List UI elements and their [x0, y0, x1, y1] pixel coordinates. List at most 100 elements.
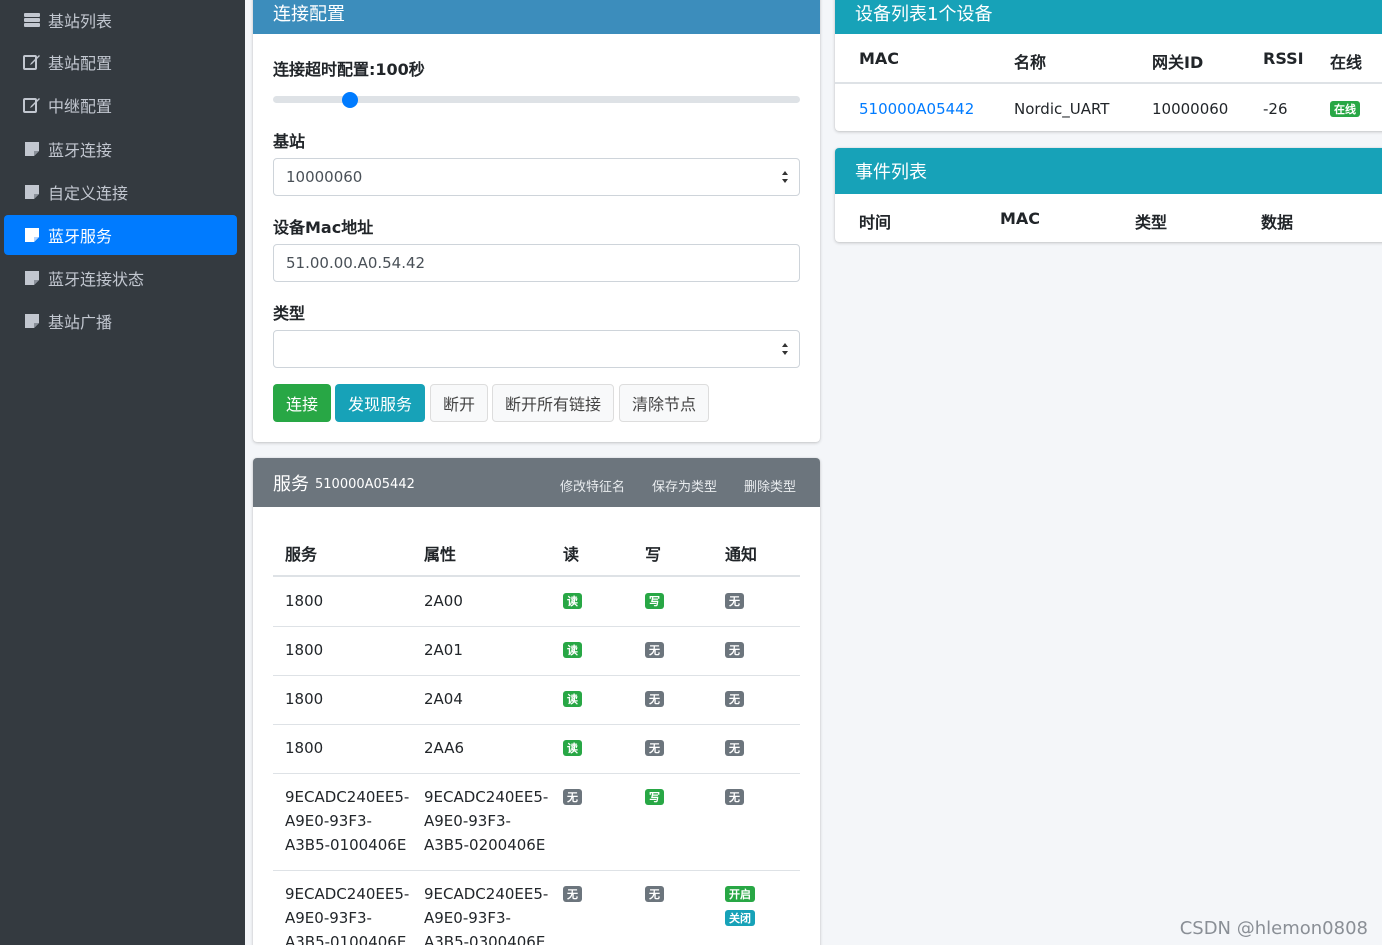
row-divider — [273, 626, 800, 627]
connect-config-header: 连接配置 — [253, 0, 820, 34]
note-icon — [22, 312, 42, 330]
read-badge[interactable]: 无 — [563, 789, 582, 805]
timeout-label: 连接超时配置:100秒 — [273, 60, 425, 79]
device-mac-link[interactable]: 510000A05442 — [859, 97, 974, 121]
row-divider — [273, 870, 800, 871]
write-badge[interactable]: 无 — [645, 691, 664, 707]
write-badge[interactable]: 写 — [645, 593, 664, 609]
column-header: 通知 — [725, 545, 758, 564]
write-badge[interactable]: 无 — [645, 740, 664, 756]
column-header: 时间 — [859, 213, 892, 232]
sidebar-item-label: 基站配置 — [48, 54, 113, 73]
disconnect-all-button[interactable]: 断开所有链接 — [492, 384, 614, 422]
edit-icon — [22, 96, 42, 114]
service-card: 服务 510000A05442 修改特征名 保存为类型 删除类型 服务 属性 读… — [253, 458, 820, 945]
column-header: MAC — [859, 49, 900, 68]
notify-badge[interactable]: 无 — [725, 691, 744, 707]
discover-service-button[interactable]: 发现服务 — [335, 384, 425, 422]
sidebar-item-station-config[interactable]: 基站配置 — [4, 42, 237, 82]
rename-characteristic-link[interactable]: 修改特征名 — [560, 476, 625, 495]
clear-nodes-button[interactable]: 清除节点 — [619, 384, 709, 422]
service-uuid: 1800 — [285, 739, 324, 757]
sidebar-item-label: 蓝牙连接状态 — [48, 270, 145, 289]
service-uuid: A9E0-93F3- — [285, 812, 372, 830]
card-title: 事件列表 — [855, 162, 927, 183]
save-as-type-link[interactable]: 保存为类型 — [652, 476, 717, 495]
device-rssi: -26 — [1263, 100, 1288, 118]
mac-label: 设备Mac地址 — [273, 218, 374, 237]
column-header: 网关ID — [1152, 53, 1204, 72]
characteristic-uuid: A9E0-93F3- — [424, 909, 511, 927]
station-select-value: 10000060 — [286, 168, 363, 186]
header-divider — [835, 82, 1382, 84]
sidebar-item-bt-status[interactable]: 蓝牙连接状态 — [4, 258, 237, 298]
notify-badge[interactable]: 无 — [725, 740, 744, 756]
sidebar-item-station-list[interactable]: 基站列表 — [4, 0, 237, 40]
header-divider — [273, 575, 800, 577]
sidebar-item-relay-config[interactable]: 中继配置 — [4, 85, 237, 125]
device-gateway: 10000060 — [1152, 100, 1229, 118]
connect-button[interactable]: 连接 — [273, 384, 331, 422]
sidebar-item-label: 中继配置 — [48, 97, 113, 116]
service-uuid: 9ECADC240EE5- — [285, 885, 410, 903]
card-subtitle: 510000A05442 — [315, 476, 415, 492]
mac-input[interactable] — [273, 244, 800, 282]
device-list-header: 设备列表1个设备 — [835, 0, 1382, 34]
timeout-slider-thumb[interactable] — [341, 92, 358, 108]
column-header: 数据 — [1261, 213, 1294, 232]
sidebar-item-custom-connect[interactable]: 自定义连接 — [4, 172, 237, 212]
card-title: 连接配置 — [273, 4, 345, 25]
column-header: 写 — [645, 545, 662, 564]
device-list-card: 设备列表1个设备 MAC 名称 网关ID RSSI 在线 510000A0544… — [835, 0, 1382, 131]
connect-config-card: 连接配置 连接超时配置:100秒 基站 10000060 设备Mac地址 类型 … — [253, 0, 820, 442]
sidebar-item-station-broadcast[interactable]: 基站广播 — [4, 301, 237, 341]
note-icon — [22, 226, 42, 244]
select-arrows-icon — [782, 171, 788, 183]
note-icon — [22, 140, 42, 158]
row-divider — [273, 724, 800, 725]
sidebar-item-label: 基站列表 — [48, 12, 113, 31]
sidebar-item-label: 自定义连接 — [48, 184, 129, 203]
column-header: 在线 — [1330, 53, 1363, 72]
select-arrows-icon — [782, 343, 788, 355]
read-badge[interactable]: 无 — [563, 886, 582, 902]
characteristic-uuid: A3B5-0300406E — [424, 933, 546, 945]
sidebar-item-bt-connect[interactable]: 蓝牙连接 — [4, 129, 237, 169]
characteristic-uuid: 9ECADC240EE5- — [424, 788, 549, 806]
write-badge[interactable]: 写 — [645, 789, 664, 805]
note-icon — [22, 269, 42, 287]
disconnect-button[interactable]: 断开 — [430, 384, 488, 422]
notify-badge[interactable]: 开启 — [725, 886, 755, 902]
sidebar-item-bt-service[interactable]: 蓝牙服务 — [4, 215, 237, 255]
notify-badge[interactable]: 关闭 — [725, 910, 755, 926]
list-icon — [22, 11, 42, 29]
sidebar: 基站列表 基站配置 中继配置 蓝牙连接 自定义连接 蓝牙服务 蓝牙连接状态 基站… — [0, 0, 245, 945]
read-badge[interactable]: 读 — [563, 691, 582, 707]
service-header: 服务 510000A05442 修改特征名 保存为类型 删除类型 — [253, 458, 820, 507]
sidebar-item-label: 蓝牙连接 — [48, 141, 113, 160]
column-header: 属性 — [424, 545, 457, 564]
type-label: 类型 — [273, 304, 306, 323]
delete-type-link[interactable]: 删除类型 — [744, 476, 796, 495]
notify-badge[interactable]: 无 — [725, 593, 744, 609]
card-title: 服务 — [273, 473, 309, 495]
read-badge[interactable]: 读 — [563, 740, 582, 756]
read-badge[interactable]: 读 — [563, 642, 582, 658]
write-badge[interactable]: 无 — [645, 886, 664, 902]
column-header: 服务 — [285, 545, 318, 564]
read-badge[interactable]: 读 — [563, 593, 582, 609]
column-header: 名称 — [1014, 53, 1047, 72]
service-uuid: A3B5-0100406E — [285, 933, 407, 945]
notify-badge[interactable]: 无 — [725, 642, 744, 658]
type-select[interactable] — [273, 330, 800, 368]
notify-badge[interactable]: 无 — [725, 789, 744, 805]
row-divider — [273, 675, 800, 676]
write-badge[interactable]: 无 — [645, 642, 664, 658]
event-list-header: 事件列表 — [835, 148, 1382, 194]
characteristic-uuid: A3B5-0200406E — [424, 836, 546, 854]
service-uuid: 9ECADC240EE5- — [285, 788, 410, 806]
station-select[interactable]: 10000060 — [273, 158, 800, 196]
sidebar-item-label: 基站广播 — [48, 313, 113, 332]
watermark: CSDN @hlemon0808 — [1179, 918, 1368, 939]
station-label: 基站 — [273, 132, 306, 151]
